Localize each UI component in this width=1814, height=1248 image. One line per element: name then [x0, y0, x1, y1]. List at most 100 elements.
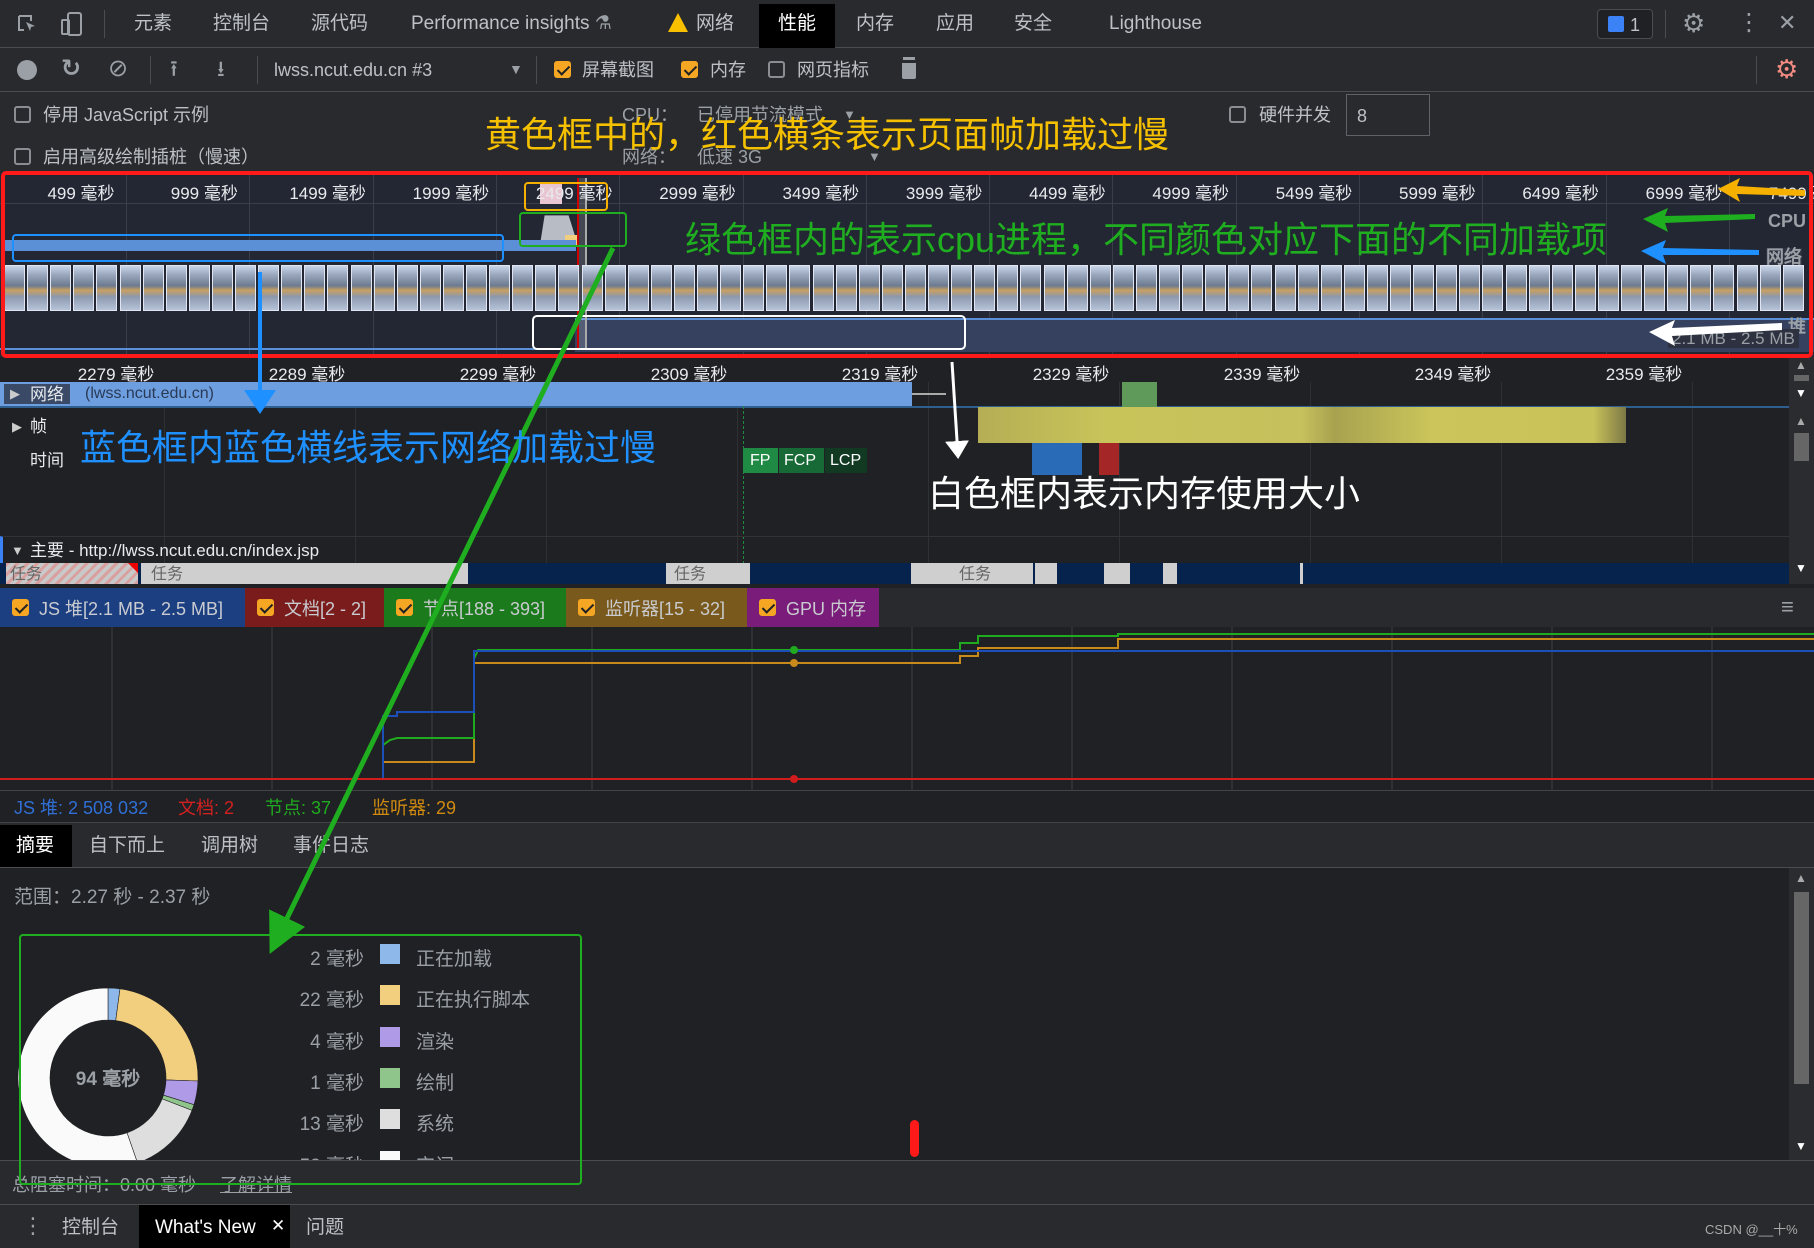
tab-security[interactable]: 安全 [1014, 14, 1052, 33]
record-button[interactable] [17, 60, 37, 80]
screenshot-thumbnail[interactable] [419, 265, 441, 311]
screenshot-thumbnail[interactable] [1043, 265, 1065, 311]
scrollbar-thumb[interactable] [1794, 375, 1809, 381]
screenshot-thumbnail[interactable] [1551, 265, 1573, 311]
tab-bottom-up[interactable]: 自下而上 [89, 836, 165, 855]
legend-js-heap[interactable]: JS 堆[2.1 MB - 2.5 MB] [0, 588, 245, 627]
screenshots-checkbox[interactable] [554, 61, 571, 78]
screenshot-thumbnail[interactable] [997, 265, 1019, 311]
task-bar[interactable] [1300, 563, 1303, 584]
scroll-up-icon[interactable]: ▲ [1795, 872, 1807, 884]
inspect-element-icon[interactable] [16, 13, 38, 35]
screenshot-thumbnail[interactable] [1413, 265, 1435, 311]
screenshot-thumbnail[interactable] [1597, 265, 1619, 311]
screenshot-thumbnail[interactable] [1251, 265, 1273, 311]
task-bar[interactable]: 任务 [911, 563, 1033, 584]
screenshot-thumbnail[interactable] [1574, 265, 1596, 311]
main-track-header[interactable]: ▼ 主要 - http://lwss.ncut.edu.cn/index.jsp [0, 536, 1789, 563]
screenshot-thumbnail[interactable] [1066, 265, 1088, 311]
screenshot-thumbnail[interactable] [1205, 265, 1227, 311]
scroll-down-icon[interactable]: ▼ [1795, 387, 1807, 399]
screenshot-thumbnail[interactable] [304, 265, 326, 311]
screenshot-thumbnail[interactable] [96, 265, 118, 311]
screenshot-thumbnail[interactable] [211, 265, 233, 311]
screenshot-thumbnail[interactable] [396, 265, 418, 311]
tab-event-log[interactable]: 事件日志 [293, 836, 369, 855]
screenshot-thumbnail[interactable] [974, 265, 996, 311]
network-request-bar[interactable]: (lwss.ncut.edu.cn) [0, 382, 912, 406]
js-heap-checkbox[interactable] [12, 599, 29, 616]
screenshot-thumbnail[interactable] [50, 265, 72, 311]
legend-gpu-memory[interactable]: GPU 内存 [747, 588, 879, 627]
screenshot-thumbnail[interactable] [466, 265, 487, 311]
screenshot-thumbnail[interactable] [720, 265, 742, 311]
screenshot-thumbnail[interactable] [835, 265, 857, 311]
screenshot-thumbnail[interactable] [258, 265, 280, 311]
screenshot-thumbnail[interactable] [1505, 265, 1527, 311]
screenshot-thumbnail[interactable] [73, 265, 95, 311]
screenshot-thumbnail[interactable] [1228, 265, 1250, 311]
screenshot-thumbnail[interactable] [1297, 265, 1319, 311]
screenshot-thumbnail[interactable] [165, 265, 187, 311]
screenshot-thumbnail[interactable] [142, 265, 164, 311]
screenshot-thumbnail[interactable] [1089, 265, 1111, 311]
lcp-marker[interactable]: LCP [825, 448, 867, 473]
advanced-paint-checkbox[interactable] [14, 148, 31, 165]
memory-checkbox[interactable] [681, 61, 698, 78]
close-tab-icon[interactable]: ✕ [271, 1217, 285, 1234]
screenshot-thumbnail[interactable] [928, 265, 949, 311]
documents-checkbox[interactable] [257, 599, 274, 616]
screenshot-thumbnail[interactable] [766, 265, 788, 311]
screenshot-thumbnail[interactable] [327, 265, 349, 311]
screenshot-thumbnail[interactable] [951, 265, 973, 311]
screenshot-thumbnail[interactable] [1667, 265, 1689, 311]
task-bar[interactable]: 任务 [666, 563, 750, 584]
profile-select[interactable]: lwss.ncut.edu.cn #3 ▼ [265, 54, 529, 86]
screenshot-thumbnail[interactable] [904, 265, 926, 311]
screenshot-thumbnail[interactable] [1320, 265, 1342, 311]
screenshot-thumbnail[interactable] [1159, 265, 1180, 311]
scrollbar-thumb[interactable] [1794, 433, 1809, 461]
screenshot-thumbnail[interactable] [604, 265, 626, 311]
close-devtools-icon[interactable]: ✕ [1778, 12, 1796, 34]
screenshot-thumbnail[interactable] [1644, 265, 1666, 311]
task-bar[interactable] [1104, 563, 1130, 584]
screenshot-thumbnail[interactable] [1621, 265, 1642, 311]
screenshot-thumbnail[interactable] [1459, 265, 1481, 311]
more-options-icon[interactable]: ⋮ [1737, 11, 1761, 35]
disable-js-samples-checkbox[interactable] [14, 106, 31, 123]
legend-nodes[interactable]: 节点[188 - 393] [384, 588, 566, 627]
screenshot-thumbnail[interactable] [1366, 265, 1388, 311]
hw-concurrency-checkbox[interactable] [1229, 106, 1246, 123]
screenshot-thumbnail[interactable] [235, 265, 256, 311]
clear-icon[interactable]: ⊘ [108, 57, 128, 81]
screenshot-thumbnail[interactable] [27, 265, 49, 311]
scroll-down-icon[interactable]: ▼ [1795, 1140, 1807, 1152]
learn-more-link[interactable]: 了解详情 [220, 1176, 292, 1194]
screenshot-thumbnail[interactable] [1135, 265, 1157, 311]
screenshot-thumbnail[interactable] [350, 265, 372, 311]
screenshot-thumbnail[interactable] [627, 265, 649, 311]
screenshot-thumbnail[interactable] [188, 265, 210, 311]
hamburger-menu-icon[interactable]: ≡ [1781, 596, 1794, 618]
screenshot-thumbnail[interactable] [650, 265, 672, 311]
trash-icon[interactable] [902, 60, 916, 79]
expand-triangle-icon[interactable]: ▶ [12, 420, 22, 433]
scroll-up-icon[interactable]: ▲ [1795, 359, 1807, 371]
scroll-up-icon[interactable]: ▲ [1795, 415, 1807, 427]
tab-elements[interactable]: 元素 [134, 14, 172, 33]
drawer-tab-issues[interactable]: 问题 [306, 1218, 344, 1237]
drawer-menu-icon[interactable]: ⋮ [22, 1215, 44, 1237]
issues-badge-button[interactable]: 1 [1597, 9, 1653, 39]
listeners-checkbox[interactable] [578, 599, 595, 616]
gpu-memory-checkbox[interactable] [759, 599, 776, 616]
network-track[interactable]: (lwss.ncut.edu.cn) ▶ 网络 [0, 382, 1789, 408]
task-bar[interactable] [1163, 563, 1177, 584]
tab-console[interactable]: 控制台 [213, 14, 270, 33]
task-bar[interactable] [1035, 563, 1057, 584]
tab-network[interactable]: 网络 [696, 14, 734, 33]
screenshot-thumbnail[interactable] [812, 265, 834, 311]
screenshot-thumbnail[interactable] [4, 265, 25, 311]
screenshot-thumbnail[interactable] [858, 265, 880, 311]
screenshot-thumbnail[interactable] [1274, 265, 1296, 311]
